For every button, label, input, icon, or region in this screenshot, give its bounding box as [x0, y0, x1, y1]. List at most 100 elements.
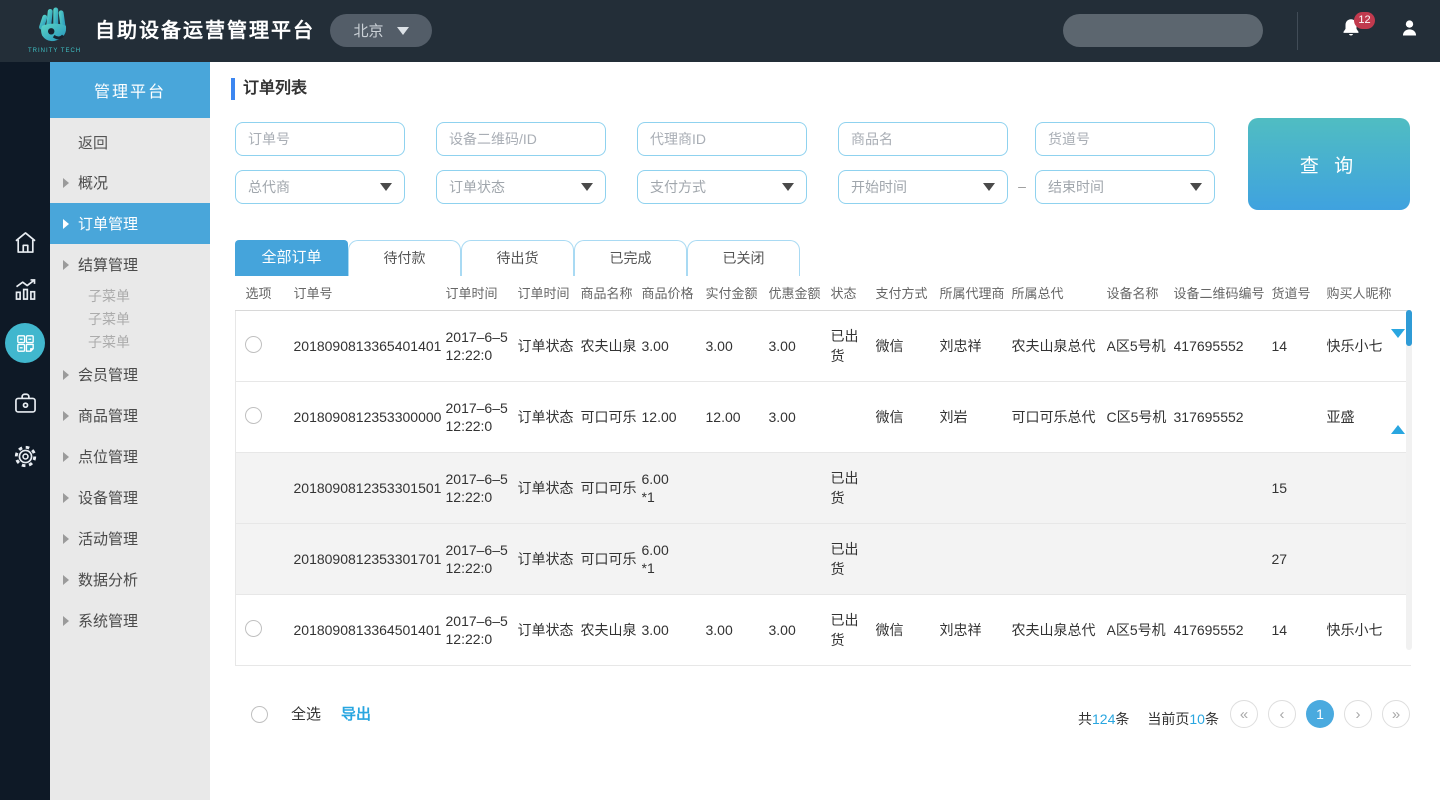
main-content: 订单列表 总代商 订单状态 支付方式 开始时间 – 结束时间 查 询 全部订单 … — [210, 62, 1440, 800]
home-icon — [12, 229, 39, 256]
pay-method-select[interactable]: 支付方式 — [637, 170, 807, 204]
sidebar-submenu-2[interactable]: 子菜单 — [50, 308, 210, 331]
hand-logo-icon — [33, 4, 75, 46]
cell-order-time: 2017–6–5 12:22:0 — [446, 381, 518, 452]
sidebar-submenu-1[interactable]: 子菜单 — [50, 285, 210, 308]
sidebar-item-members[interactable]: 会员管理 — [50, 354, 210, 395]
gear-icon — [12, 443, 39, 470]
end-time-select[interactable]: 结束时间 — [1035, 170, 1215, 204]
sidebar-item-system[interactable]: 系统管理 — [50, 600, 210, 641]
page-title: 订单列表 — [243, 77, 307, 101]
table-scrollbar-thumb[interactable] — [1406, 310, 1412, 346]
sidebar-item-locations[interactable]: 点位管理 — [50, 436, 210, 477]
query-button[interactable]: 查 询 — [1248, 118, 1410, 210]
cell-order-no: 2018090812353301701 — [294, 523, 446, 594]
chevron-down-icon — [581, 183, 593, 191]
row-radio[interactable] — [245, 407, 262, 424]
user-menu-button[interactable] — [1399, 16, 1423, 42]
chevron-down-icon — [983, 183, 995, 191]
table-scrollbar-track — [1406, 310, 1412, 650]
page-count-text: 当前页10条 — [1147, 709, 1219, 729]
sidebar-item-orders[interactable]: 订单管理 — [50, 203, 210, 244]
sidebar-item-analytics[interactable]: 数据分析 — [50, 559, 210, 600]
chevron-right-icon — [63, 575, 69, 585]
notification-badge: 12 — [1354, 12, 1375, 29]
orders-grid-icon — [14, 332, 37, 355]
device-qr-input[interactable] — [436, 122, 606, 156]
rail-analytics[interactable] — [0, 276, 50, 303]
order-status-select[interactable]: 订单状态 — [436, 170, 606, 204]
chevron-right-icon — [63, 411, 69, 421]
pagination: « ‹ 1 › » — [1230, 700, 1410, 728]
chevron-down-icon — [380, 183, 392, 191]
chevron-down-icon — [782, 183, 794, 191]
cell-price: 12.00 — [642, 381, 706, 452]
tab-pending-payment[interactable]: 待付款 — [348, 240, 461, 276]
chevron-right-icon — [63, 493, 69, 503]
rail-settings[interactable] — [0, 443, 50, 470]
table-row: 2018090813364501401 2017–6–5 12:22:0 订单状… — [236, 594, 1411, 665]
cell-price: 6.00 *1 — [642, 452, 706, 523]
table-subrow: 2018090812353301701 2017–6–5 12:22:0 订单状… — [236, 523, 1411, 594]
expand-row-icon[interactable] — [1391, 409, 1405, 434]
tab-closed[interactable]: 已关闭 — [687, 240, 800, 276]
orders-table: 选项 订单号 订单时间 订单时间 商品名称 商品价格 实付金额 优惠金额 状态 … — [235, 276, 1411, 666]
select-all-label: 全选 — [291, 705, 321, 725]
sidebar-item-activities[interactable]: 活动管理 — [50, 518, 210, 559]
active-rail-highlight — [5, 323, 45, 363]
cell-order-no: 2018090812353301501 — [294, 452, 446, 523]
rail-home[interactable] — [0, 229, 50, 256]
chevron-right-icon — [63, 219, 69, 229]
notifications-button[interactable]: 12 — [1340, 16, 1376, 46]
order-no-input[interactable] — [235, 122, 405, 156]
rail-orders[interactable] — [0, 323, 50, 363]
sidebar-item-overview[interactable]: 概况 — [50, 162, 210, 203]
table-row: 2018090813365401401 2017–6–5 12:22:0 订单状… — [236, 310, 1411, 381]
bar-chart-icon — [12, 276, 39, 303]
tab-all-orders[interactable]: 全部订单 — [235, 240, 348, 276]
pagination-next[interactable]: › — [1344, 700, 1372, 728]
row-radio[interactable] — [245, 620, 262, 637]
cell-order-time: 2017–6–5 12:22:0 — [446, 310, 518, 381]
start-time-select[interactable]: 开始时间 — [838, 170, 1008, 204]
chevron-down-icon — [1190, 183, 1202, 191]
search-input[interactable] — [1063, 14, 1268, 47]
header-divider — [1297, 12, 1298, 50]
city-selector[interactable]: 北京 — [330, 14, 432, 47]
chevron-right-icon — [63, 178, 69, 188]
pagination-last[interactable]: » — [1382, 700, 1410, 728]
select-all-radio[interactable] — [251, 706, 268, 723]
sidebar-back[interactable]: 返回 — [50, 126, 210, 162]
table-subrow: 2018090812353301501 2017–6–5 12:22:0 订单状… — [236, 452, 1411, 523]
rail-briefcase[interactable] — [0, 390, 50, 417]
table-header-row: 选项 订单号 订单时间 订单时间 商品名称 商品价格 实付金额 优惠金额 状态 … — [236, 276, 1411, 310]
row-radio[interactable] — [245, 336, 262, 353]
date-range-separator: – — [1010, 178, 1034, 194]
chevron-right-icon — [63, 370, 69, 380]
sidebar-submenu-3[interactable]: 子菜单 — [50, 331, 210, 354]
sidebar-item-devices[interactable]: 设备管理 — [50, 477, 210, 518]
icon-rail — [0, 62, 50, 800]
chevron-right-icon — [63, 452, 69, 462]
brand-logo: TRINITY TECH — [28, 4, 80, 60]
chevron-down-icon — [397, 27, 409, 35]
master-agent-select[interactable]: 总代商 — [235, 170, 405, 204]
user-icon — [1399, 16, 1420, 40]
tab-pending-shipment[interactable]: 待出货 — [461, 240, 574, 276]
slot-no-input[interactable] — [1035, 122, 1215, 156]
pagination-first[interactable]: « — [1230, 700, 1258, 728]
chevron-right-icon — [63, 534, 69, 544]
table-row: 2018090812353300000 2017–6–5 12:22:0 订单状… — [236, 381, 1411, 452]
pagination-page-1[interactable]: 1 — [1306, 700, 1334, 728]
record-stats: 共124条 当前页10条 — [1078, 709, 1219, 729]
collapse-row-icon[interactable] — [1391, 329, 1405, 354]
tab-completed[interactable]: 已完成 — [574, 240, 687, 276]
export-link[interactable]: 导出 — [341, 705, 371, 725]
agent-id-input[interactable] — [637, 122, 807, 156]
product-name-input[interactable] — [838, 122, 1008, 156]
cell-price: 3.00 — [642, 310, 706, 381]
page-title-accent-bar — [231, 78, 235, 100]
pagination-prev[interactable]: ‹ — [1268, 700, 1296, 728]
sidebar-item-products[interactable]: 商品管理 — [50, 395, 210, 436]
sidebar-item-settlement[interactable]: 结算管理 — [50, 244, 210, 285]
